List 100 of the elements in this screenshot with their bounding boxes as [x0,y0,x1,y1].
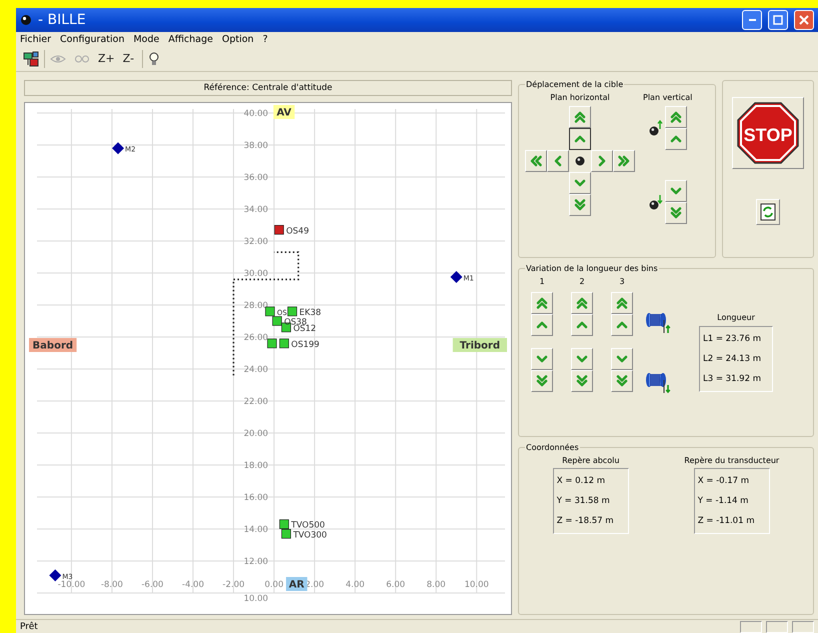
y-tick-label: 18.00 [244,461,268,471]
y-tick-label: 28.00 [244,301,268,311]
zoom-button[interactable]: Z+ [95,48,118,68]
frame-label: Repère du transducteur [684,456,780,464]
y-tick-label: 34.00 [244,205,268,215]
y-tick-label: 10.00 [244,594,268,601]
menu-item[interactable]: Configuration [60,34,124,44]
left-button[interactable] [525,150,547,172]
down-button[interactable] [531,348,553,370]
y-tick-label: 12.00 [244,557,268,567]
double-down-chevron-icon [615,374,629,388]
cable-reel-icon [645,311,671,335]
down-button[interactable] [611,370,633,392]
x-tick-label: -6.00 [141,580,164,590]
direction-label: Babord [29,338,77,352]
direction-label: AV [273,105,295,119]
zoom-button[interactable]: Z- [120,48,140,68]
refresh-button[interactable] [756,199,780,225]
coordinate-value: X = -0.17 m [698,474,750,488]
y-tick-label: 30.00 [244,269,268,279]
down-button[interactable] [664,180,687,202]
double-down-chevron-icon [575,374,589,388]
double-down-chevron-icon [668,206,683,220]
x-tick-label: 4.00 [346,580,365,590]
cable-reel-icon [645,371,671,395]
coordinate-value: Y = -1.14 m [698,494,750,508]
x-tick-label: 8.00 [426,580,446,590]
down-button[interactable] [664,202,687,224]
status-panel [740,620,762,632]
cable-number: 1 [539,277,545,286]
x-tick-label: -2.00 [222,580,245,590]
double-down-chevron-icon [573,198,587,212]
menu-item[interactable]: Fichier [20,34,52,44]
y-tick-label: 36.00 [244,173,268,183]
vertical-plane-label: Plan vertical [643,93,692,102]
x-tick-label: -4.00 [182,580,204,590]
maximize-button[interactable] [768,10,788,30]
chart-header: Référence: Centrale d'attitude [24,80,512,96]
y-tick-label: 22.00 [244,397,268,407]
menu-item[interactable]: Mode [133,34,160,44]
down-button[interactable] [611,348,633,370]
group-title: Coordonnées [525,442,580,452]
direction-label: AR [286,577,308,591]
y-tick-label: 24.00 [244,365,268,375]
y-tick-label: 40.00 [244,109,268,119]
window-title: - BILLE [38,12,86,28]
double-up-chevron-icon [575,296,589,310]
goggles-icon [74,54,90,64]
status-text: Prêt [20,622,39,632]
y-tick-label: 38.00 [244,141,268,151]
minimize-button[interactable] [742,10,762,30]
y-tick-label: 14.00 [244,525,268,535]
close-icon [799,15,809,25]
menu-item[interactable]: Affichage [168,34,213,44]
point-label: OS12 [293,324,316,334]
down-button[interactable] [531,370,553,392]
coordinate-value: Z = -11.01 m [698,514,756,528]
bulb-icon [148,50,160,66]
refresh-icon [760,203,776,221]
point-label: EK38 [299,308,322,318]
app-icon [20,14,32,26]
down-button[interactable] [569,172,591,194]
down-button[interactable] [571,370,593,392]
length-value: L1 = 23.76 m [703,333,762,346]
menu-item[interactable]: Option [222,34,254,44]
x-tick-label: -8.00 [100,580,123,590]
cable-number: 3 [619,277,625,286]
double-up-chevron-icon [668,110,683,124]
maximize-icon [773,15,783,25]
down-button[interactable] [569,194,591,216]
double-right-chevron-icon [617,154,631,168]
minimize-icon [748,19,756,21]
status-panel [792,620,814,632]
ball-down-arrow-icon [648,194,663,210]
direction-label: Tribord [452,338,507,352]
x-tick-label: 10.00 [464,580,489,590]
group-title: Déplacement de la cible [525,80,624,89]
close-button[interactable] [794,10,814,30]
y-tick-label: 32.00 [244,237,268,247]
horizontal-plane-label: Plan horizontal [550,93,610,102]
menu-item[interactable]: ? [262,34,268,44]
point-label: TVO500 [291,520,325,531]
network-computer-icon [23,50,39,66]
length-label: Longueur [717,313,755,322]
x-tick-label: 6.00 [386,580,406,590]
double-up-chevron-icon [615,296,629,310]
coordinate-value: Y = 31.58 m [556,494,611,508]
point-label: OS49 [286,226,309,236]
y-tick-label: 20.00 [244,429,268,439]
right-button[interactable] [613,150,635,172]
ball-icon [575,156,585,166]
eye-icon [50,54,66,64]
ball-up-arrow-icon [648,120,663,136]
double-down-chevron-icon [535,374,549,388]
y-tick-label: 16.00 [244,493,268,503]
up-button[interactable] [569,128,591,150]
length-value: L3 = 31.92 m [703,373,762,386]
cable-number: 2 [579,277,585,286]
down-button[interactable] [571,348,593,370]
coordinate-value: Z = -18.57 m [556,514,614,528]
